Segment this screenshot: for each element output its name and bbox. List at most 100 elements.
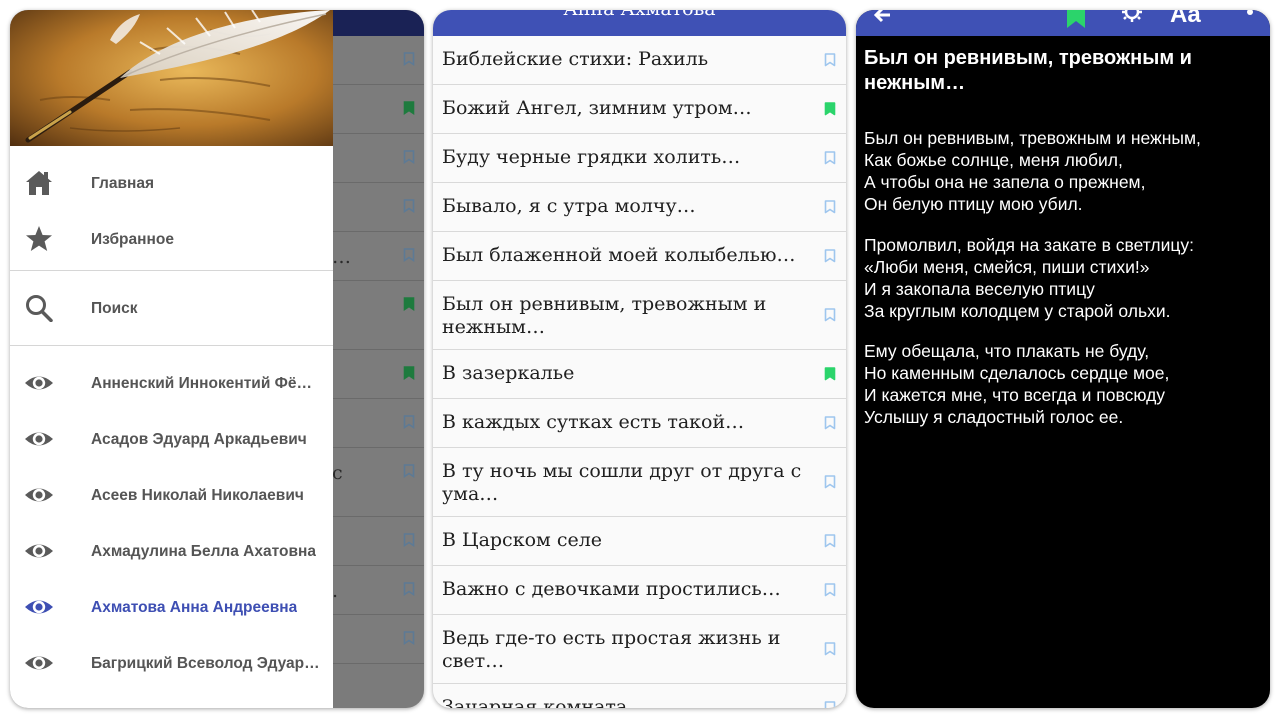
drawer-item-label: Ахматова Анна Андреевна xyxy=(91,599,298,616)
drawer-authors-section: Анненский Иннокентий Фё… Асадов Эдуард Ар… xyxy=(10,346,333,692)
dimmed-bookmark-outline-icon xyxy=(403,415,415,434)
drawer-item[interactable]: Главная xyxy=(10,156,333,212)
poem-list-item[interactable]: Буду черные грядки холить… xyxy=(433,134,846,183)
poem-title-label: В Царском селе xyxy=(442,529,603,551)
bookmark-icon[interactable] xyxy=(1063,10,1089,30)
bookmark-outline-icon[interactable] xyxy=(824,53,836,67)
dimmed-bookmark-filled-icon xyxy=(403,366,415,385)
reader-app-bar: Aa xyxy=(856,10,1270,36)
poem-title-label: Бывало, я с утра молчу… xyxy=(442,195,696,217)
poem-stanza: Промолвил, войдя на закате в светлицу: «Л… xyxy=(864,234,1264,322)
bookmark-filled-icon[interactable] xyxy=(824,367,836,386)
drawer-item[interactable]: Ахмадулина Белла Ахатовна xyxy=(10,524,333,580)
poem-title-label: В каждых сутках есть такой… xyxy=(442,411,745,433)
dimmed-bookmark-outline-icon xyxy=(403,582,415,601)
poem-title-label: Ведь где-то есть простая жизнь и свет… xyxy=(442,627,781,672)
eye-icon xyxy=(24,425,56,455)
poem-list-item[interactable]: Зачарная комната xyxy=(433,684,846,708)
bookmark-outline-icon[interactable] xyxy=(824,475,836,489)
drawer-item-label: Главная xyxy=(91,175,155,192)
poem-line: Он белую птицу мою убил. xyxy=(864,194,1083,214)
bookmark-outline-icon[interactable] xyxy=(824,701,836,708)
poem-list-item[interactable]: Ведь где-то есть простая жизнь и свет… xyxy=(433,615,846,684)
poem-list-item[interactable]: Божий Ангел, зимним утром… xyxy=(433,85,846,134)
app-bar: Анна Ахматова xyxy=(433,10,846,36)
bookmark-outline-icon[interactable] xyxy=(824,200,836,219)
poem-list-item[interactable]: Библейские стихи: Рахиль xyxy=(433,36,846,85)
poem-line: И я закопала веселую птицу xyxy=(864,279,1095,299)
bookmark-outline-icon[interactable] xyxy=(824,475,836,494)
bookmark-outline-icon[interactable] xyxy=(824,249,836,263)
poem-line: «Люби меня, смейся, пиши стихи!» xyxy=(864,257,1150,277)
drawer-item[interactable]: Ахматова Анна Андреевна xyxy=(10,580,333,636)
drawer-item-label: Избранное xyxy=(91,231,174,248)
bookmark-outline-icon[interactable] xyxy=(824,534,836,548)
bookmark-outline-icon[interactable] xyxy=(824,642,836,656)
dimmed-bookmark-outline-icon xyxy=(403,464,415,483)
bookmark-outline-icon[interactable] xyxy=(824,151,836,165)
drawer-item[interactable]: Избранное xyxy=(10,212,333,268)
poem-list-item[interactable]: Бывало, я с утра молчу… xyxy=(433,183,846,232)
drawer-item[interactable]: Поиск xyxy=(10,281,333,337)
navigation-drawer: Главная Избранное Поиск Анненский Иннокен… xyxy=(10,10,333,708)
poem-stanza: Был он ревнивым, тревожным и нежным, Как … xyxy=(864,127,1264,215)
drawer-item[interactable]: Багрицкий Всеволод Эдуар… xyxy=(10,636,333,692)
drawer-item[interactable]: Асеев Николай Николаевич xyxy=(10,468,333,524)
poem-list: Библейские стихи: Рахиль Божий Ангел, зим… xyxy=(433,36,846,708)
bookmark-outline-icon[interactable] xyxy=(824,200,836,214)
drawer-item-label: Асеев Николай Николаевич xyxy=(91,487,304,504)
drawer-item-label: Анненский Иннокентий Фё… xyxy=(91,375,313,392)
bookmark-outline-icon[interactable] xyxy=(824,583,836,597)
poem-line: Как божье солнце, меня любил, xyxy=(864,150,1123,170)
poem-list-item[interactable]: Был блаженной моей колыбелью… xyxy=(433,232,846,281)
quill-pen-parchment-image xyxy=(10,10,333,146)
dimmed-row-text: с xyxy=(332,462,343,484)
poem-list-item[interactable]: Был он ревнивым, тревожным и нежным… xyxy=(433,281,846,350)
poem-list-item[interactable]: В каждых сутках есть такой… xyxy=(433,399,846,448)
dimmed-bookmark-outline-icon xyxy=(403,52,415,71)
poem-title-label: Библейские стихи: Рахиль xyxy=(442,48,709,70)
drawer-item-label: Ахмадулина Белла Ахатовна xyxy=(91,543,316,560)
poem-title-label: Был блаженной моей колыбелью… xyxy=(442,244,796,266)
poem-title: Был он ревнивым, тревожным и нежным… xyxy=(864,47,1192,94)
eye-icon xyxy=(24,369,56,399)
eye-icon xyxy=(24,649,56,679)
bookmark-outline-icon[interactable] xyxy=(824,308,836,322)
poem-list-item[interactable]: В Царском селе xyxy=(433,517,846,566)
poem-list-item[interactable]: В ту ночь мы сошли друг от друга с ума… xyxy=(433,448,846,517)
bookmark-filled-icon[interactable] xyxy=(824,367,836,381)
back-arrow-icon[interactable] xyxy=(870,10,896,28)
bookmark-outline-icon[interactable] xyxy=(824,416,836,430)
bookmark-outline-icon[interactable] xyxy=(824,583,836,602)
eye-icon xyxy=(24,537,56,567)
svg-text:Aa: Aa xyxy=(1170,10,1201,28)
more-icon[interactable] xyxy=(1244,10,1256,30)
bookmark-outline-icon[interactable] xyxy=(824,416,836,435)
bookmark-outline-icon[interactable] xyxy=(824,151,836,170)
poem-title-label: Важно с девочками простились… xyxy=(442,578,781,600)
font-size-icon[interactable]: Aa xyxy=(1170,10,1204,30)
bookmark-outline-icon[interactable] xyxy=(824,642,836,661)
navigation-drawer-screen: … с. Главная Избранное Поиск Анненский И… xyxy=(10,10,424,708)
poem-line: Услышу я сладостный голос ее. xyxy=(864,407,1124,427)
poem-line: Промолвил, войдя на закате в светлицу: xyxy=(864,235,1195,255)
drawer-search-section: Поиск xyxy=(10,271,333,345)
bookmark-outline-icon[interactable] xyxy=(824,308,836,327)
brightness-icon[interactable] xyxy=(1118,10,1146,30)
bookmark-outline-icon[interactable] xyxy=(824,701,836,708)
poem-title-label: Зачарная комната xyxy=(442,696,628,708)
dimmed-row-text: … xyxy=(332,246,351,268)
poem-list-item[interactable]: Важно с девочками простились… xyxy=(433,566,846,615)
drawer-item[interactable]: Асадов Эдуард Аркадьевич xyxy=(10,412,333,468)
bookmark-outline-icon[interactable] xyxy=(824,53,836,72)
bookmark-filled-icon[interactable] xyxy=(824,102,836,121)
poem-line: За круглым колодцем у старой ольхи. xyxy=(864,301,1171,321)
bookmark-outline-icon[interactable] xyxy=(824,249,836,268)
poem-line: Ему обещала, что плакать не буду, xyxy=(864,341,1150,361)
bookmark-outline-icon[interactable] xyxy=(824,534,836,553)
dimmed-bookmark-filled-icon xyxy=(403,101,415,120)
bookmark-filled-icon[interactable] xyxy=(824,102,836,116)
drawer-item[interactable]: Анненский Иннокентий Фё… xyxy=(10,356,333,412)
dimmed-bookmark-outline-icon xyxy=(403,150,415,169)
poem-list-item[interactable]: В зазеркалье xyxy=(433,350,846,399)
